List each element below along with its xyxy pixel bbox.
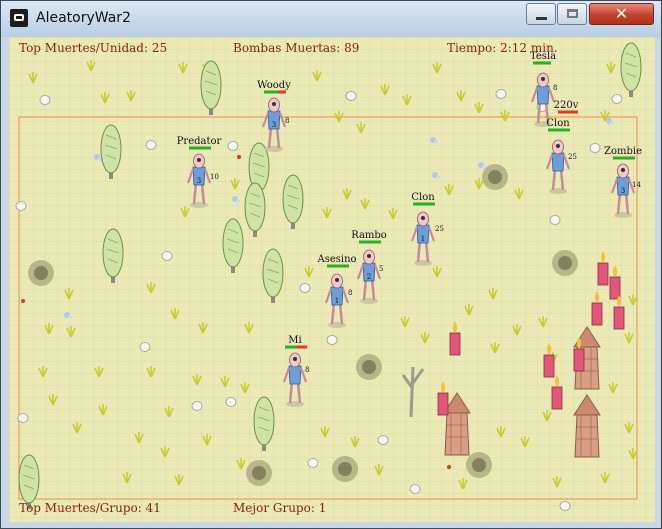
maximize-icon bbox=[567, 9, 578, 18]
hud-bombs-dead: Bombas Muertas: 89 bbox=[233, 41, 359, 55]
game-canvas[interactable]: Woody 3 8 Predator 3 10 Tesla 8 220v Clo… bbox=[9, 37, 655, 522]
unit-level: 10 bbox=[210, 173, 219, 181]
unit-level: 25 bbox=[568, 153, 577, 161]
minimize-button[interactable] bbox=[526, 3, 556, 25]
unit-name: Zombie bbox=[604, 146, 642, 157]
unit-name: Woody bbox=[257, 80, 291, 91]
unit-name: Predator bbox=[177, 136, 222, 147]
minimize-icon bbox=[536, 17, 547, 20]
unit-name: Rambo bbox=[351, 230, 387, 241]
unit-team: 1 bbox=[335, 297, 339, 305]
close-button[interactable]: ✕ bbox=[589, 3, 654, 25]
hud-time: Tiempo: 2:12 min. bbox=[447, 41, 558, 55]
close-icon: ✕ bbox=[614, 4, 629, 23]
battlefield[interactable]: Woody 3 8 Predator 3 10 Tesla 8 220v Clo… bbox=[9, 37, 655, 522]
unit-level: 8 bbox=[553, 84, 557, 92]
unit-team: 2 bbox=[367, 273, 371, 281]
unit-team: 3 bbox=[621, 187, 625, 195]
unit-level: 25 bbox=[435, 225, 444, 233]
game-window: AleatoryWar2 ✕ Woody 3 8 Predator 3 10 T… bbox=[0, 0, 662, 529]
unit-name: Clon bbox=[546, 118, 570, 129]
unit-team: 3 bbox=[272, 121, 276, 129]
unit-level: 8 bbox=[348, 289, 352, 297]
unit-level: 8 bbox=[285, 117, 289, 125]
unit-name: Clon bbox=[411, 192, 435, 203]
unit-name: Mi bbox=[288, 335, 301, 346]
unit-team: 3 bbox=[197, 177, 201, 185]
unit-team: 1 bbox=[421, 235, 425, 243]
hud-top-kills-group: Top Muertes/Grupo: 41 bbox=[19, 501, 161, 515]
unit-name: Asesino bbox=[316, 254, 356, 265]
unit-level: 8 bbox=[305, 366, 309, 374]
hud-best-group: Mejor Grupo: 1 bbox=[233, 501, 326, 515]
hud-top-kills-unit: Top Muertes/Unidad: 25 bbox=[19, 41, 167, 55]
maximize-button[interactable] bbox=[557, 3, 587, 25]
unit-level: 14 bbox=[632, 181, 641, 189]
unit-220v[interactable]: 220v bbox=[554, 100, 579, 114]
window-title: AleatoryWar2 bbox=[36, 10, 131, 26]
title-bar[interactable]: AleatoryWar2 ✕ bbox=[1, 1, 661, 37]
unit-level: 5 bbox=[379, 265, 383, 273]
unit-name: 220v bbox=[554, 100, 579, 111]
app-icon[interactable] bbox=[10, 9, 28, 27]
